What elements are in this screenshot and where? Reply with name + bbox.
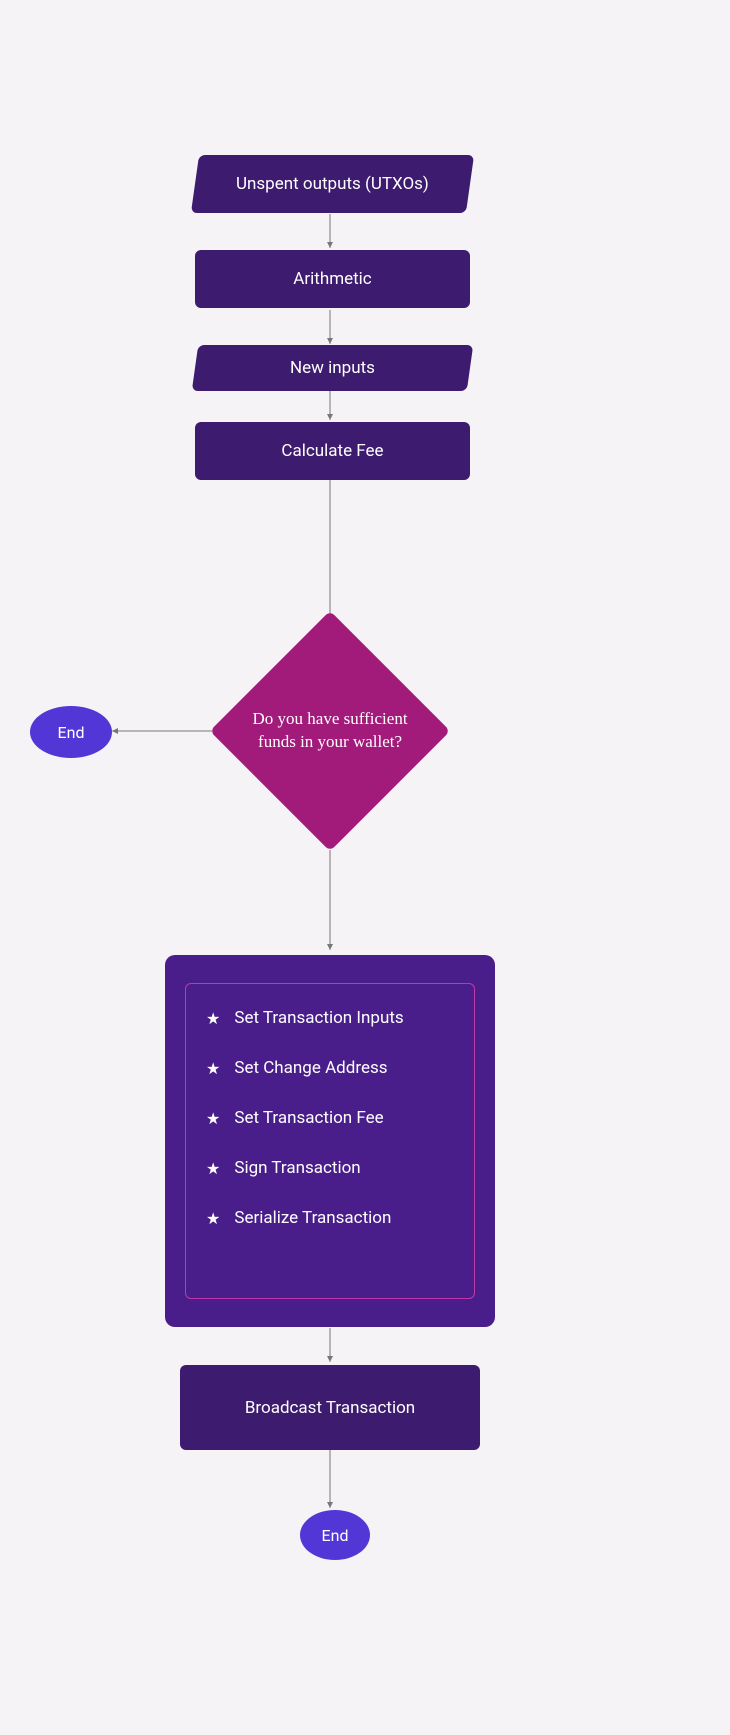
decision-node: Do you have sufficient funds in your wal… bbox=[245, 646, 415, 816]
step-label: Set Transaction Fee bbox=[234, 1108, 383, 1128]
decision-label: Do you have sufficient funds in your wal… bbox=[245, 708, 415, 754]
step-label: Set Transaction Inputs bbox=[234, 1008, 403, 1028]
step-item-2: ★ Set Transaction Fee bbox=[206, 1108, 454, 1128]
node-calculate-fee: Calculate Fee bbox=[195, 422, 470, 480]
step-item-1: ★ Set Change Address bbox=[206, 1058, 454, 1078]
end-node-left-label: End bbox=[58, 723, 85, 742]
end-node-left: End bbox=[30, 706, 112, 758]
steps-container: ★ Set Transaction Inputs ★ Set Change Ad… bbox=[165, 955, 495, 1327]
end-node-bottom: End bbox=[300, 1510, 370, 1560]
step-item-0: ★ Set Transaction Inputs bbox=[206, 1008, 454, 1028]
node-utxos: Unspent outputs (UTXOs) bbox=[191, 155, 474, 213]
node-arithmetic-label: Arithmetic bbox=[293, 269, 371, 289]
star-icon: ★ bbox=[206, 1109, 220, 1128]
node-broadcast: Broadcast Transaction bbox=[180, 1365, 480, 1450]
end-node-bottom-label: End bbox=[322, 1526, 349, 1545]
step-label: Sign Transaction bbox=[234, 1158, 360, 1178]
steps-inner: ★ Set Transaction Inputs ★ Set Change Ad… bbox=[185, 983, 475, 1299]
star-icon: ★ bbox=[206, 1009, 220, 1028]
node-arithmetic: Arithmetic bbox=[195, 250, 470, 308]
step-item-4: ★ Serialize Transaction bbox=[206, 1208, 454, 1228]
step-label: Set Change Address bbox=[234, 1058, 387, 1078]
node-new-inputs: New inputs bbox=[192, 345, 473, 391]
star-icon: ★ bbox=[206, 1059, 220, 1078]
step-label: Serialize Transaction bbox=[234, 1208, 391, 1228]
node-utxos-label: Unspent outputs (UTXOs) bbox=[236, 174, 429, 194]
node-new-inputs-label: New inputs bbox=[290, 358, 375, 378]
star-icon: ★ bbox=[206, 1209, 220, 1228]
star-icon: ★ bbox=[206, 1159, 220, 1178]
step-item-3: ★ Sign Transaction bbox=[206, 1158, 454, 1178]
node-broadcast-label: Broadcast Transaction bbox=[245, 1398, 415, 1418]
node-calculate-fee-label: Calculate Fee bbox=[281, 441, 383, 461]
